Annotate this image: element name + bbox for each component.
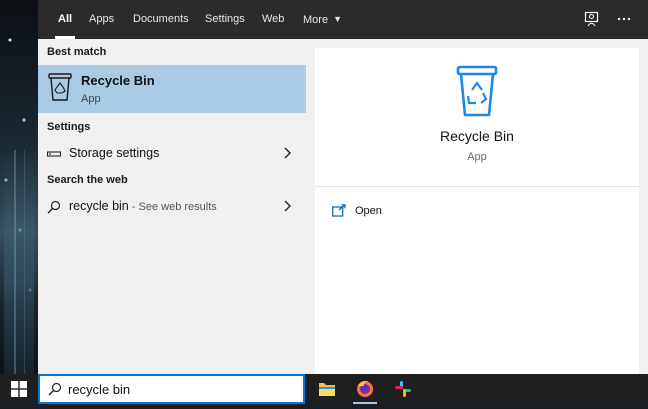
feedback-icon[interactable]	[583, 10, 601, 28]
tab-documents[interactable]: Documents	[133, 0, 189, 39]
taskbar-slack[interactable]	[385, 374, 421, 404]
preview-subtitle: App	[467, 151, 487, 163]
chevron-right-icon[interactable]	[282, 146, 292, 160]
file-explorer-icon	[319, 383, 335, 396]
best-match-heading: Best match	[47, 46, 107, 58]
tab-more-label: More	[303, 14, 329, 26]
best-match-subtitle: App	[81, 93, 101, 105]
recycle-bin-large-icon	[456, 65, 498, 117]
search-the-web-heading: Search the web	[47, 174, 128, 186]
tab-settings[interactable]: Settings	[205, 0, 245, 39]
desktop-wallpaper	[0, 0, 38, 374]
taskbar-search-box[interactable]	[38, 374, 305, 404]
best-match-item[interactable]: Recycle Bin App	[38, 65, 306, 113]
web-result-text: recycle bin - See web results	[69, 199, 217, 213]
more-options-icon[interactable]	[615, 10, 633, 28]
storage-settings-item[interactable]: Storage settings	[38, 141, 306, 167]
search-icon	[47, 200, 61, 214]
taskbar	[0, 374, 648, 404]
caret-down-icon: ▼	[333, 14, 342, 24]
best-match-title: Recycle Bin	[81, 73, 155, 88]
open-icon	[332, 204, 346, 217]
web-query-suffix: - See web results	[128, 201, 217, 213]
tab-web[interactable]: Web	[262, 0, 284, 39]
windows-start-icon[interactable]	[11, 381, 27, 397]
taskbar-file-explorer[interactable]	[309, 374, 345, 404]
preview-panel: Recycle Bin App Open	[315, 48, 639, 374]
results-panel: Best match Recycle Bin App Settings Stor…	[38, 39, 306, 374]
search-input[interactable]	[68, 380, 298, 398]
storage-settings-label: Storage settings	[69, 146, 160, 160]
search-icon	[48, 382, 62, 396]
recycle-bin-icon	[48, 73, 72, 101]
taskbar-firefox[interactable]	[347, 374, 383, 404]
search-tabs-bar: All Apps Documents Settings Web More ▼	[38, 0, 648, 39]
tab-more[interactable]: More ▼	[303, 0, 342, 39]
settings-heading: Settings	[47, 121, 91, 133]
storage-icon	[47, 151, 61, 157]
slack-icon	[395, 381, 411, 397]
web-result-item[interactable]: recycle bin - See web results	[38, 194, 306, 220]
web-query: recycle bin	[69, 199, 129, 213]
tab-apps[interactable]: Apps	[89, 0, 114, 39]
preview-header: Recycle Bin App	[315, 48, 639, 187]
preview-title: Recycle Bin	[440, 128, 514, 144]
search-flyout: All Apps Documents Settings Web More ▼ Be…	[38, 0, 648, 374]
chevron-right-icon[interactable]	[282, 199, 292, 213]
wallpaper-tower	[4, 150, 34, 374]
firefox-icon	[357, 380, 373, 397]
open-action-label: Open	[355, 205, 382, 217]
tab-all[interactable]: All	[54, 0, 76, 39]
